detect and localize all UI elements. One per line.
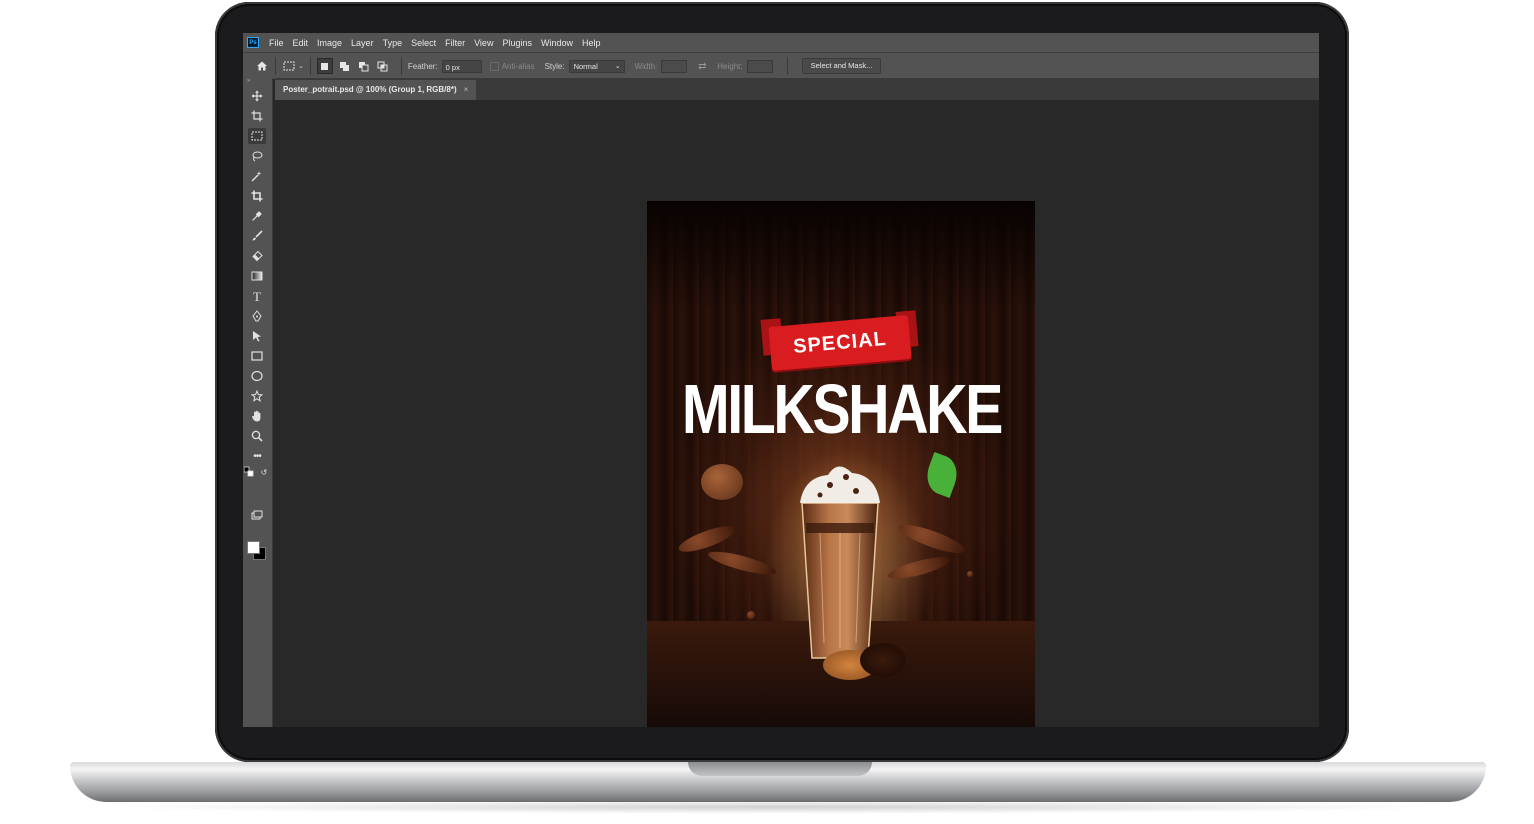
lasso-icon[interactable] (248, 148, 266, 164)
home-icon[interactable] (255, 59, 269, 73)
menu-bar: Ps File Edit Image Layer Type Select Fil… (243, 33, 1319, 52)
height-label: Height: (717, 61, 743, 71)
milkshake-glass (800, 466, 880, 659)
document-tab[interactable]: Poster_potrait.psd @ 100% (Group 1, RGB/… (275, 80, 477, 100)
width-input[interactable] (661, 59, 688, 73)
style-value: Normal (573, 61, 598, 71)
move-icon[interactable] (248, 88, 266, 104)
type-icon[interactable]: T (248, 288, 266, 304)
feather-label: Feather: (407, 61, 438, 71)
chocolate-drop (747, 611, 755, 619)
menu-type[interactable]: Type (383, 38, 403, 48)
new-selection-button[interactable] (316, 58, 333, 74)
document-tab-title: Poster_potrait.psd @ 100% (Group 1, RGB/… (283, 85, 457, 94)
antialias-label: Anti-alias (501, 61, 535, 71)
menu-plugins[interactable]: Plugins (502, 38, 532, 48)
style-label: Style: (544, 61, 565, 71)
menu-window[interactable]: Window (541, 38, 573, 48)
width-label: Width: (634, 61, 658, 71)
chocolate-drop (967, 571, 973, 577)
chocolate-splash-left (676, 521, 738, 557)
brush-icon[interactable] (248, 228, 266, 244)
tools-panel: » T ••• ↺ (243, 78, 273, 727)
default-colors-icon[interactable] (244, 466, 254, 477)
photoshop-logo[interactable]: Ps (247, 37, 259, 48)
chevron-down-icon[interactable]: ⌄ (298, 62, 304, 70)
menu-edit[interactable]: Edit (293, 38, 309, 48)
artboard-icon[interactable] (248, 108, 266, 124)
close-icon[interactable]: × (464, 80, 469, 100)
ellipse-icon[interactable] (248, 368, 266, 384)
photoshop-window: Ps File Edit Image Layer Type Select Fil… (243, 33, 1319, 727)
subtract-selection-button[interactable] (357, 59, 371, 73)
canvas-area[interactable]: SPECIAL MILKSHAKE (275, 100, 1319, 727)
menu-select[interactable]: Select (411, 38, 436, 48)
collapse-panel-icon[interactable]: » (247, 78, 250, 84)
feather-input[interactable]: 0 px (441, 59, 482, 73)
coffee-bean (701, 464, 743, 500)
menu-image[interactable]: Image (317, 38, 342, 48)
menu-view[interactable]: View (474, 38, 493, 48)
select-and-mask-button[interactable]: Select and Mask... (801, 58, 882, 74)
screen-mode-icon[interactable] (248, 508, 266, 524)
magic-wand-icon[interactable] (248, 168, 266, 184)
marquee-preset-icon[interactable] (282, 59, 296, 73)
menu-file[interactable]: File (269, 38, 284, 48)
foreground-color-swatch[interactable] (247, 541, 260, 554)
antialias-checkbox[interactable] (489, 61, 499, 71)
pen-icon[interactable] (248, 308, 266, 324)
swap-colors-icon[interactable]: ↺ (259, 467, 269, 477)
chocolate-cookie (860, 643, 906, 677)
options-bar: ⌄ Feather: 0 px Anti-alias Style: Normal… (243, 52, 1319, 79)
swap-dimensions-icon[interactable]: ⇄ (695, 59, 709, 73)
menu-help[interactable]: Help (582, 38, 601, 48)
poster-canvas[interactable]: SPECIAL MILKSHAKE (647, 201, 1035, 727)
poster-title: MILKSHAKE (681, 370, 1004, 448)
laptop-notch (688, 762, 872, 776)
poster-top-shade (647, 201, 1035, 311)
rectangle-icon[interactable] (248, 348, 266, 364)
document-tab-bar: Poster_potrait.psd @ 100% (Group 1, RGB/… (275, 78, 1319, 100)
style-select[interactable]: Normal ⌄ (568, 59, 625, 73)
menu-layer[interactable]: Layer (351, 38, 374, 48)
marquee-icon[interactable] (248, 128, 266, 144)
height-input[interactable] (746, 59, 773, 73)
crop-icon[interactable] (248, 188, 266, 204)
eraser-icon[interactable] (248, 248, 266, 264)
gradient-icon[interactable] (248, 268, 266, 284)
zoom-icon[interactable] (248, 428, 266, 444)
add-selection-button[interactable] (338, 59, 352, 73)
custom-shape-icon[interactable] (248, 388, 266, 404)
intersect-selection-button[interactable] (376, 59, 390, 73)
hand-icon[interactable] (248, 408, 266, 424)
path-select-icon[interactable] (248, 328, 266, 344)
menu-filter[interactable]: Filter (445, 38, 465, 48)
eyedropper-icon[interactable] (248, 208, 266, 224)
chevron-down-icon: ⌄ (614, 62, 621, 70)
laptop-shadow (100, 800, 1456, 814)
more-tools-icon[interactable]: ••• (248, 448, 266, 464)
